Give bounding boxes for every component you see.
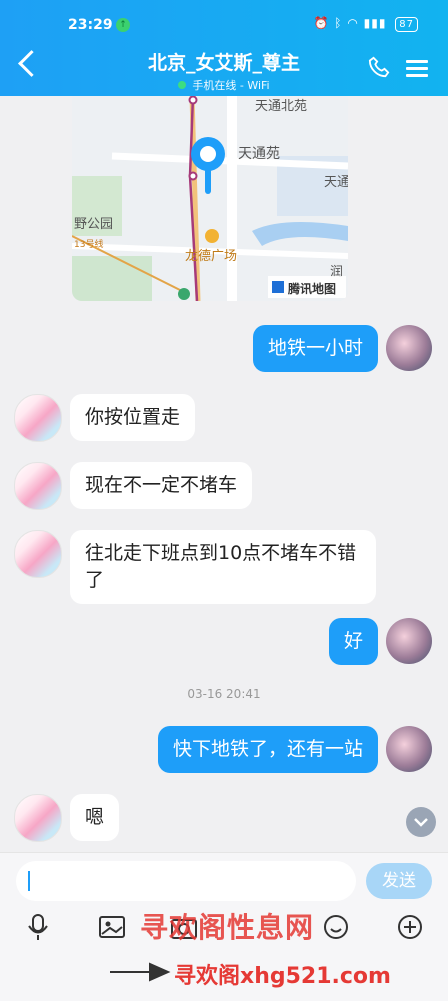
my-avatar[interactable] [386,726,432,772]
online-dot-icon [178,81,187,89]
status-time: 23:29 [68,17,113,33]
map-label: 龙德广场 [185,249,237,264]
emoji-icon[interactable] [322,913,350,941]
phone-call-icon[interactable] [368,56,390,78]
map-label: 13号线 [74,238,103,250]
menu-icon[interactable] [406,56,428,81]
my-avatar[interactable] [386,618,432,664]
my-avatar[interactable] [386,325,432,371]
watermark-url: 寻欢阁xhg521.com [174,964,391,989]
message-bubble[interactable]: 快下地铁了，还有一站 [157,726,378,773]
watermark-text: 寻欢阁性息网 [140,911,315,944]
chevron-down-icon [414,818,428,827]
map-label: 天通北苑 [255,99,307,114]
message-bubble[interactable]: 好 [328,618,378,665]
message-bubble[interactable]: 地铁一小时 [252,325,378,372]
app-notification-icon: ↑ [116,18,130,32]
message-input[interactable] [16,861,356,901]
message-timestamp: 03-16 20:41 [187,687,261,701]
location-map-message[interactable]: 天通北苑 天通苑 天通 野公园 13号线 龙德广场 润 腾讯地图 [72,96,348,301]
chat-header: 23:29 ↑ ⏰ ᛒ ◠ ▮▮▮ 87 北京_女艾斯_尊主 手机在线 - Wi… [0,0,448,96]
image-icon[interactable] [98,913,126,941]
message-bubble[interactable]: 往北走下班点到10点不堵车不错了 [70,530,376,604]
contact-avatar[interactable] [14,794,62,842]
battery-icon: 87 [395,17,418,32]
wifi-icon: ◠ [347,16,359,30]
status-bar: 23:29 ↑ ⏰ ᛒ ◠ ▮▮▮ 87 [0,14,448,38]
contact-avatar[interactable] [14,462,62,510]
online-status: 手机在线 - WiFi [0,77,448,93]
mic-icon[interactable] [26,913,50,943]
map-graphic: 天通北苑 天通苑 天通 野公园 13号线 龙德广场 润 腾讯地图 [72,96,348,301]
plus-icon[interactable] [396,913,424,941]
map-label: 天通苑 [238,146,280,162]
tencent-map-logo-icon [272,281,284,293]
bluetooth-icon: ᛒ [334,16,343,30]
alarm-icon: ⏰ [313,16,330,30]
map-label: 天通 [324,175,348,190]
scroll-down-button[interactable] [406,807,436,837]
send-button[interactable]: 发送 [366,863,432,899]
message-bubble[interactable]: 现在不一定不堵车 [70,462,253,509]
contact-avatar[interactable] [14,394,62,442]
text-caret [28,871,30,891]
map-brand: 腾讯地图 [287,281,336,296]
message-bubble[interactable]: 你按位置走 [70,394,196,441]
contact-avatar[interactable] [14,530,62,578]
message-bubble[interactable]: 嗯 [70,794,120,841]
map-label: 野公园 [74,217,113,232]
signal-icon: ▮▮▮ [363,16,387,30]
status-icons: ⏰ ᛒ ◠ ▮▮▮ 87 [313,16,418,32]
